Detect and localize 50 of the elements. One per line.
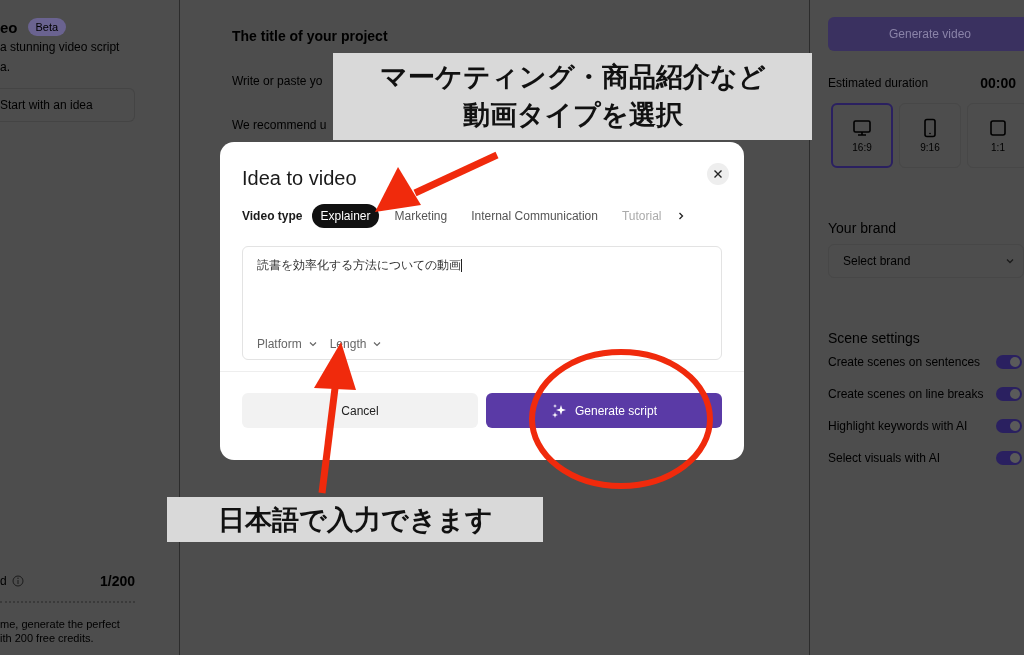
annotation-callout: マーケティング・商品紹介など 動画タイプを選択 [333, 53, 812, 140]
credits-label: d [0, 574, 7, 588]
video-type-tab[interactable]: Explainer [312, 204, 379, 228]
credits-count: 1/200 [99, 573, 135, 589]
monitor-icon [852, 118, 872, 138]
section-heading: Your brand [828, 220, 897, 236]
duration-label: Estimated duration [828, 76, 929, 90]
platform-dropdown[interactable]: Platform [257, 337, 318, 351]
chevron-down-icon [307, 339, 318, 349]
dialog-title: Idea to video [242, 167, 357, 190]
credits-text: me, generate the perfect [0, 617, 121, 631]
video-type-tab[interactable]: Marketing [386, 204, 456, 228]
aspect-ratio-option[interactable]: 9:16 [899, 103, 961, 168]
panel-title: eo [0, 18, 18, 36]
section-heading: Scene settings [828, 330, 921, 346]
video-type-tab[interactable]: Tutorial [613, 204, 664, 228]
beta-badge: Beta [27, 18, 67, 36]
close-icon [713, 168, 723, 179]
toggle-switch[interactable] [996, 387, 1022, 401]
chevron-down-icon [372, 339, 383, 349]
chevron-down-icon [1005, 256, 1015, 266]
video-type-tab[interactable]: Internal Communication [463, 204, 606, 228]
square-icon [988, 118, 1008, 138]
annotation-callout: 日本語で入力できます [167, 497, 543, 542]
setting-label: Create scenes on sentences [828, 355, 981, 369]
setting-label: Highlight keywords with AI [828, 419, 968, 433]
aspect-ratio-option[interactable]: 16:9 [831, 103, 893, 168]
setting-label: Create scenes on line breaks [828, 387, 984, 401]
cancel-button[interactable]: Cancel [242, 393, 478, 428]
generate-script-button[interactable]: Generate script [486, 393, 722, 428]
video-type-label: Video type [242, 209, 303, 223]
prompt-field[interactable]: 読書を効率化する方法についての動画 Platform Length [242, 246, 722, 360]
credits-text: ith 200 free credits. [0, 631, 95, 645]
title-placeholder[interactable]: The title of your project [232, 28, 388, 44]
description-text: a. [0, 59, 11, 76]
info-icon [11, 575, 24, 587]
brand-select[interactable]: Select brand [828, 244, 1024, 278]
start-idea-button[interactable]: Start with an idea [0, 88, 135, 122]
toggle-switch[interactable] [996, 451, 1022, 465]
aspect-ratio-option[interactable]: 1:1 [967, 103, 1024, 168]
length-dropdown[interactable]: Length [329, 337, 383, 351]
script-placeholder[interactable]: Write or paste yo [232, 74, 323, 88]
hint-text: We recommend u [232, 118, 327, 132]
toggle-switch[interactable] [996, 355, 1022, 369]
setting-label: Select visuals with AI [828, 451, 941, 465]
toggle-switch[interactable] [996, 419, 1022, 433]
description-text: a stunning video script [0, 39, 121, 56]
generate-video-button[interactable]: Generate video [828, 17, 1024, 51]
close-button[interactable] [707, 162, 729, 185]
duration-value: 00:00 [980, 75, 1016, 91]
